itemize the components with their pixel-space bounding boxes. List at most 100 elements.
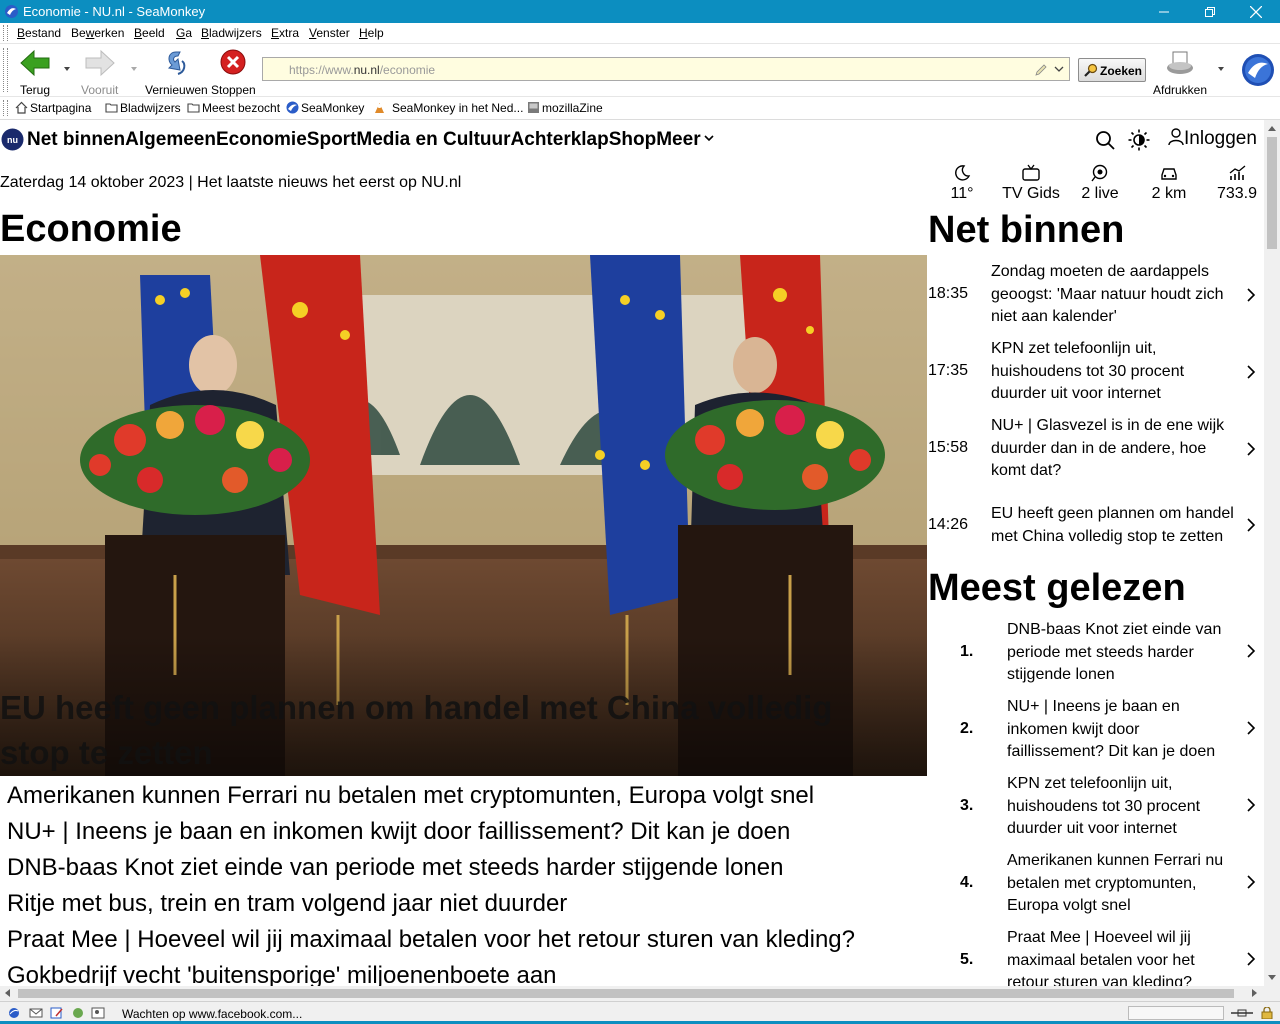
headline-link[interactable]: Praat Mee | Hoeveel wil jij maximaal bet… bbox=[7, 922, 927, 958]
back-button[interactable]: Terug bbox=[19, 48, 51, 97]
url-text[interactable]: https://www.nu.nl/economie bbox=[289, 63, 435, 77]
toolbar-grip[interactable] bbox=[3, 48, 8, 92]
login-button[interactable]: Inloggen bbox=[1168, 128, 1257, 150]
horizontal-scroll-thumb[interactable] bbox=[18, 989, 1234, 998]
lock-icon[interactable] bbox=[1260, 1007, 1274, 1019]
minimize-button[interactable] bbox=[1141, 0, 1187, 23]
composer-icon[interactable] bbox=[50, 1007, 64, 1019]
forward-arrow-icon bbox=[85, 49, 115, 77]
bookmark-bladwijzers[interactable]: Bladwijzers bbox=[105, 101, 181, 115]
scroll-right-arrow[interactable] bbox=[1252, 989, 1257, 997]
home-icon bbox=[15, 101, 28, 114]
menu-venster[interactable]: Venster bbox=[309, 26, 350, 40]
chevron-down-icon[interactable] bbox=[1052, 62, 1066, 76]
nu-logo-icon[interactable]: nu bbox=[1, 128, 24, 151]
scroll-up-arrow[interactable] bbox=[1268, 126, 1276, 131]
live-widget[interactable]: 2 live bbox=[1078, 164, 1122, 203]
forward-history-dropdown[interactable] bbox=[131, 67, 137, 71]
nav-economie[interactable]: Economie bbox=[216, 129, 307, 150]
hero-title[interactable]: EU heeft geen plannen om handel met Chin… bbox=[0, 685, 910, 775]
pencil-icon[interactable] bbox=[1034, 63, 1048, 77]
menu-beeld[interactable]: Beeld bbox=[134, 26, 165, 40]
meest-gelezen-item[interactable]: 4. Amerikanen kunnen Ferrari nu betalen … bbox=[928, 850, 1262, 920]
bookmark-seamonkey-nederlands[interactable]: SeaMonkey in het Ned... bbox=[373, 101, 523, 115]
url-bar[interactable]: https://www.nu.nl/economie bbox=[262, 57, 1070, 81]
theme-toggle-icon[interactable] bbox=[1128, 129, 1150, 151]
headline-link[interactable]: DNB-baas Knot ziet einde van periode met… bbox=[7, 850, 927, 886]
scroll-down-arrow[interactable] bbox=[1268, 975, 1276, 980]
headline-link[interactable]: Gokbedrijf vecht 'buitensporige' miljoen… bbox=[7, 958, 927, 986]
weather-widget[interactable]: 11° bbox=[944, 164, 980, 203]
print-dropdown[interactable] bbox=[1218, 67, 1224, 71]
menu-grip[interactable] bbox=[3, 25, 8, 41]
stocks-widget[interactable]: 733.9 bbox=[1214, 164, 1260, 203]
menu-help[interactable]: Help bbox=[359, 26, 384, 40]
stop-button[interactable]: Stoppen bbox=[211, 48, 256, 97]
item-title: NU+ | Ineens je baan en inkomen kwijt do… bbox=[1007, 698, 1216, 760]
print-button[interactable]: Afdrukken bbox=[1153, 48, 1207, 97]
bookmark-seamonkey[interactable]: SeaMonkey bbox=[286, 101, 364, 115]
net-binnen-item[interactable]: 17:35 KPN zet telefoonlijn uit, huishoud… bbox=[928, 338, 1262, 408]
headline-link[interactable]: NU+ | Ineens je baan en inkomen kwijt do… bbox=[7, 814, 927, 850]
headline-link[interactable]: Ritje met bus, trein en tram volgend jaa… bbox=[7, 886, 927, 922]
nav-meer[interactable]: Meer bbox=[656, 129, 700, 150]
site-navigation: nu Net binnenAlgemeenEconomieSportMedia … bbox=[0, 120, 1264, 158]
meest-gelezen-item[interactable]: 2. NU+ | Ineens je baan en inkomen kwijt… bbox=[928, 696, 1262, 766]
reload-button[interactable]: Vernieuwen bbox=[145, 48, 208, 97]
nav-achterklap[interactable]: Achterklap bbox=[511, 129, 609, 150]
chat-icon[interactable] bbox=[71, 1007, 85, 1019]
menu-extra[interactable]: Extra bbox=[271, 26, 299, 40]
search-button[interactable]: Zoeken bbox=[1078, 58, 1146, 82]
horizontal-scrollbar[interactable] bbox=[0, 986, 1264, 1001]
net-binnen-item[interactable]: 14:26 EU heeft geen plannen om handel me… bbox=[928, 503, 1262, 551]
bookmark-meest-bezocht[interactable]: Meest bezocht bbox=[187, 101, 280, 115]
restore-button[interactable] bbox=[1187, 0, 1233, 23]
tv-guide-widget[interactable]: TV Gids bbox=[1000, 164, 1062, 203]
net-binnen-item[interactable]: 18:35 Zondag moeten de aardappels geoogs… bbox=[928, 261, 1262, 331]
seamonkey-icon bbox=[286, 101, 299, 114]
close-window-button[interactable] bbox=[1233, 0, 1279, 23]
address-book-icon[interactable] bbox=[91, 1007, 105, 1019]
page-content: nu Net binnenAlgemeenEconomieSportMedia … bbox=[0, 120, 1264, 986]
meest-gelezen-title: Meest gelezen bbox=[928, 567, 1186, 609]
forward-button[interactable]: Vooruit bbox=[81, 48, 118, 97]
window-title: Economie - NU.nl - SeaMonkey bbox=[23, 4, 206, 19]
date-line: Zaterdag 14 oktober 2023 | Het laatste n… bbox=[0, 174, 462, 191]
scroll-left-arrow[interactable] bbox=[5, 989, 10, 997]
nav-algemeen[interactable]: Algemeen bbox=[125, 129, 216, 150]
meest-gelezen-item[interactable]: 1. DNB-baas Knot ziet einde van periode … bbox=[928, 619, 1262, 689]
nav-sport[interactable]: Sport bbox=[307, 129, 357, 150]
search-icon[interactable] bbox=[1095, 130, 1115, 150]
mail-icon[interactable] bbox=[29, 1007, 43, 1019]
vertical-scrollbar[interactable] bbox=[1264, 120, 1280, 986]
chevron-down-icon[interactable] bbox=[704, 133, 714, 143]
net-binnen-title: Net binnen bbox=[928, 209, 1125, 251]
bookmark-startpagina[interactable]: Startpagina bbox=[15, 101, 91, 115]
seamonkey-throbber-icon[interactable] bbox=[1241, 53, 1275, 87]
traffic-widget[interactable]: 2 km bbox=[1148, 164, 1190, 203]
headline-link[interactable]: Amerikanen kunnen Ferrari nu betalen met… bbox=[7, 778, 927, 814]
tv-guide-label: TV Gids bbox=[1002, 185, 1060, 202]
nav-shop[interactable]: Shop bbox=[609, 129, 657, 150]
stop-icon bbox=[220, 49, 246, 75]
meest-gelezen-item[interactable]: 3. KPN zet telefoonlijn uit, huishoudens… bbox=[928, 773, 1262, 843]
back-history-dropdown[interactable] bbox=[64, 67, 70, 71]
menu-bewerken[interactable]: Bewerken bbox=[71, 26, 124, 40]
folder-icon bbox=[187, 103, 200, 113]
nav-net-binnen[interactable]: Net binnen bbox=[27, 129, 125, 150]
globe-icon[interactable] bbox=[7, 1007, 21, 1019]
meest-gelezen-item[interactable]: 5. Praat Mee | Hoeveel wil jij maximaal … bbox=[928, 927, 1262, 986]
menu-ga[interactable]: Ga bbox=[176, 26, 192, 40]
chevron-right-icon bbox=[1247, 442, 1256, 456]
bookmarks-grip[interactable] bbox=[3, 100, 8, 116]
progress-meter bbox=[1128, 1006, 1224, 1020]
vertical-scroll-thumb[interactable] bbox=[1267, 137, 1277, 249]
item-rank: 4. bbox=[960, 874, 974, 891]
online-status-icon[interactable] bbox=[1230, 1007, 1254, 1019]
menu-bladwijzers[interactable]: Bladwijzers bbox=[201, 26, 262, 40]
bookmark-mozillazine[interactable]: mozillaZine bbox=[527, 101, 603, 115]
net-binnen-item[interactable]: 15:58 NU+ | Glasvezel is in de ene wijk … bbox=[928, 415, 1262, 485]
nav-media-en-cultuur[interactable]: Media en Cultuur bbox=[356, 129, 510, 150]
menu-bestand[interactable]: Bestand bbox=[17, 26, 61, 40]
hero-article[interactable]: EU heeft geen plannen om handel met Chin… bbox=[0, 255, 927, 776]
